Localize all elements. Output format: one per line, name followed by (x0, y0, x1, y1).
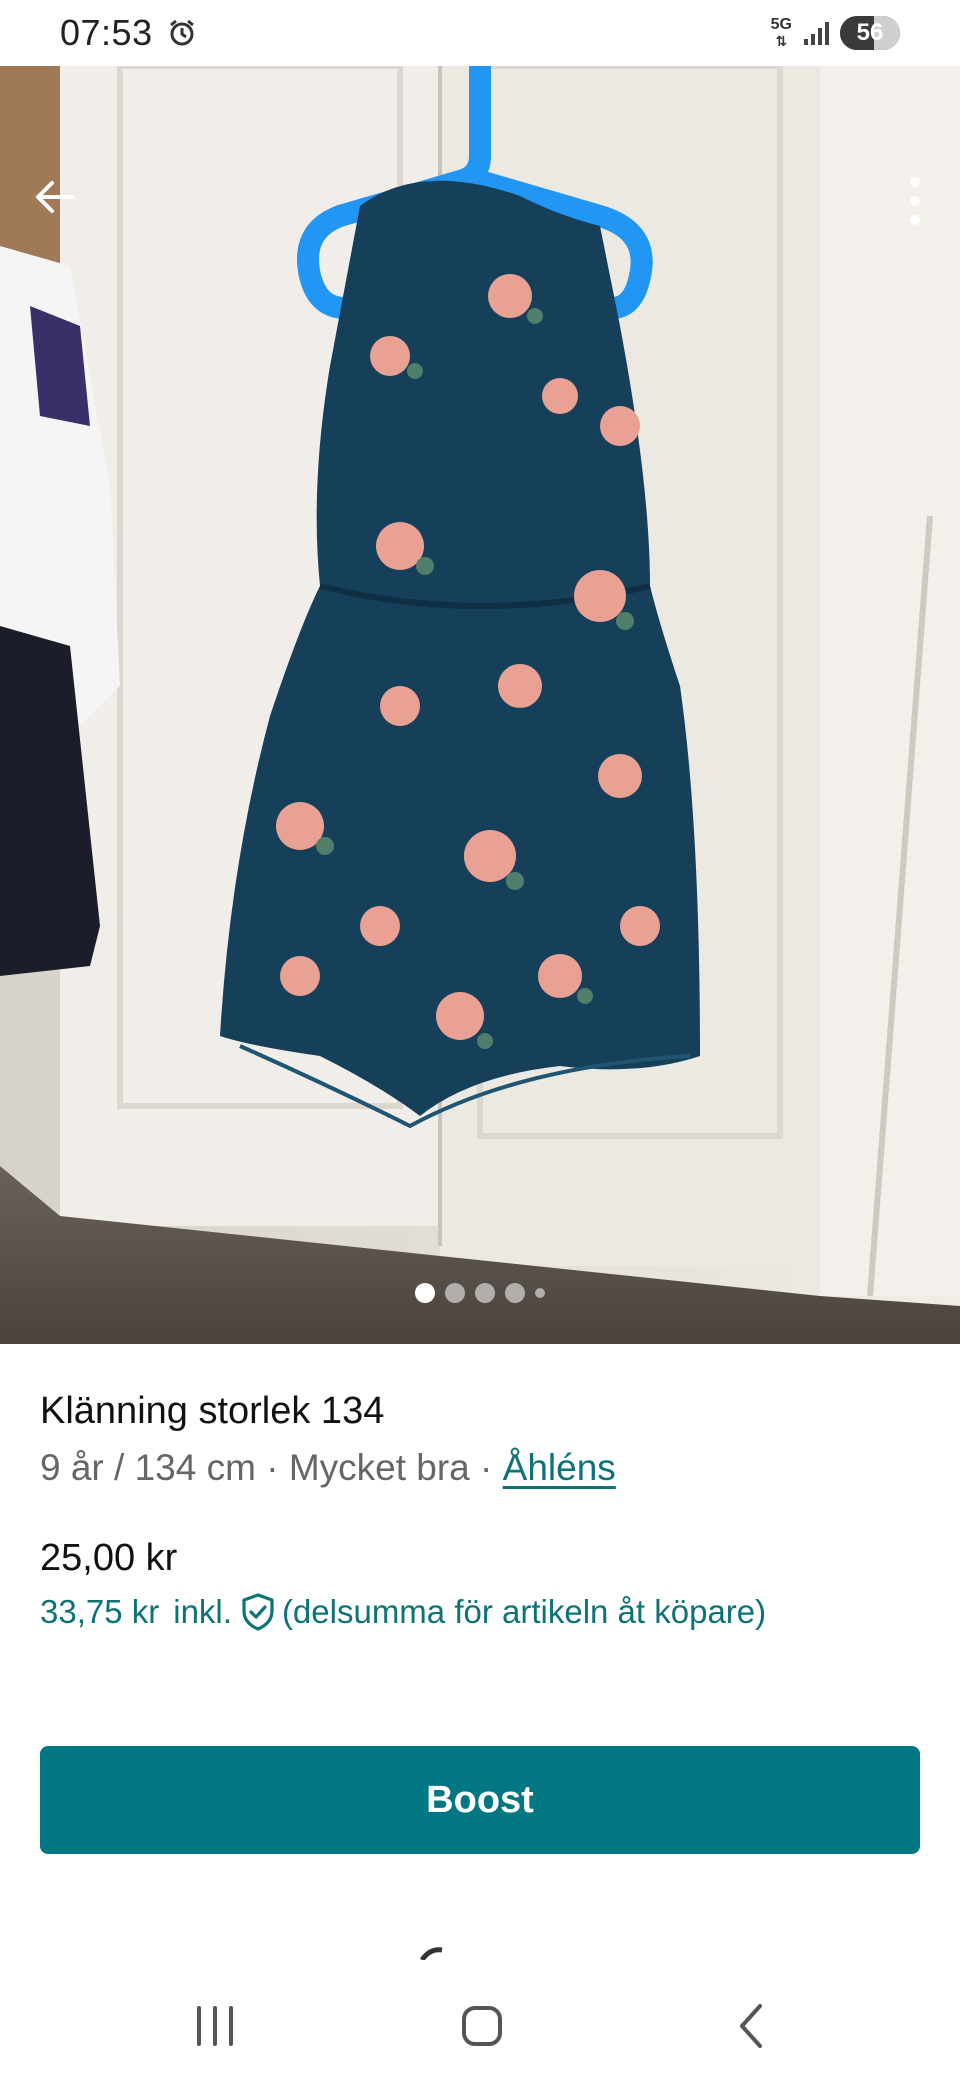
partially-hidden-row (420, 1946, 620, 1960)
boost-button[interactable]: Boost (40, 1746, 920, 1854)
item-size: 9 år / 134 cm (40, 1447, 256, 1488)
price-incl-protection[interactable]: 33,75 kr inkl. (delsumma för artikeln åt… (40, 1592, 920, 1632)
item-details: Klänning storlek 134 9 år / 134 cm · Myc… (40, 1390, 920, 1632)
gallery-dot[interactable] (445, 1283, 465, 1303)
battery-indicator: 56 (840, 16, 900, 50)
item-condition: Mycket bra (288, 1447, 470, 1488)
product-photo (0, 66, 960, 1344)
item-meta: 9 år / 134 cm · Mycket bra · Åhléns (40, 1447, 920, 1489)
price-incl-value: 33,75 kr (40, 1593, 160, 1630)
brand-link[interactable]: Åhléns (503, 1447, 616, 1488)
gallery-dot[interactable] (535, 1288, 545, 1298)
back-arrow-icon[interactable] (30, 172, 80, 222)
meta-separator: · (480, 1447, 493, 1488)
alarm-icon (169, 19, 194, 46)
meta-separator: · (266, 1447, 279, 1488)
more-vert-icon[interactable] (890, 172, 940, 230)
incl-note: (delsumma för artikeln åt köpare) (281, 1593, 767, 1630)
item-title: Klänning storlek 134 (40, 1390, 385, 1432)
recents-icon[interactable] (185, 1996, 245, 2056)
battery-level: 56 (856, 19, 884, 46)
nav-back-icon[interactable] (722, 1996, 782, 2056)
system-nav-bar (0, 1962, 960, 2080)
status-time: 07:53 (60, 12, 153, 53)
buyer-protection-shield-icon (242, 1593, 274, 1631)
network-badge: 5G ⇅ (770, 16, 792, 50)
item-price: 25,00 kr (40, 1537, 178, 1579)
gallery-dot[interactable] (505, 1283, 525, 1303)
network-type: 5G (770, 16, 792, 33)
incl-label: inkl. (173, 1593, 232, 1630)
gallery-dot[interactable] (475, 1283, 495, 1303)
home-icon[interactable] (452, 1996, 512, 2056)
signal-icon (804, 22, 829, 45)
product-image-gallery[interactable] (0, 66, 960, 1344)
cut-off-icon (420, 1947, 443, 1960)
gallery-dot[interactable] (415, 1283, 435, 1303)
status-bar: 07:53 5G ⇅ 56 (0, 0, 960, 66)
data-arrows-icon: ⇅ (775, 33, 788, 49)
status-indicators: 5G ⇅ 56 (771, 16, 900, 50)
gallery-pagination[interactable] (0, 1283, 960, 1303)
